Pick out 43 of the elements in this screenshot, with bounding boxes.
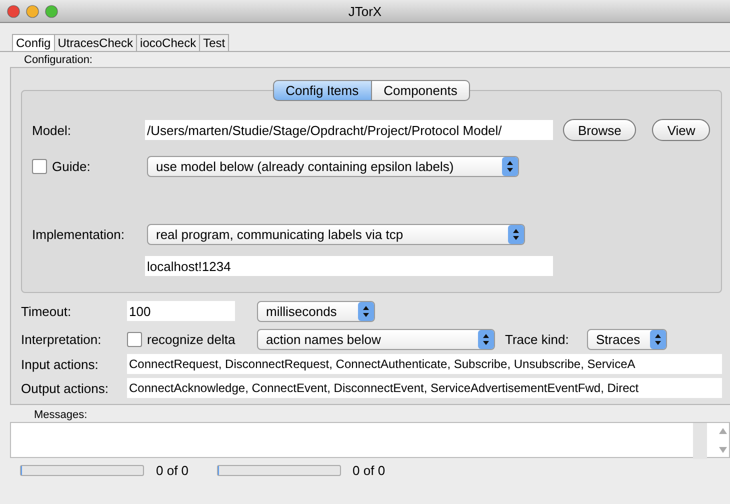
checkbox[interactable] — [32, 158, 47, 174]
field-label: Input actions: — [21, 356, 100, 372]
window-title: JTorX — [347, 4, 383, 18]
tab[interactable]: iocoCheck — [137, 34, 200, 51]
section-label: Configuration: — [24, 54, 94, 66]
updown-arrows-icon — [502, 156, 518, 176]
field-label: Interpretation: — [21, 332, 102, 346]
close-button[interactable] — [7, 4, 20, 18]
progress-count: 0 of 0 — [352, 463, 386, 478]
view-button[interactable]: View — [652, 119, 710, 141]
trace-kind-dropdown[interactable]: Straces — [587, 328, 667, 350]
segment-tab[interactable]: Config Items — [272, 80, 372, 101]
field-label: Trace kind: — [505, 332, 570, 346]
address-field[interactable]: localhost!1234 — [145, 256, 553, 276]
updown-arrows-icon — [650, 330, 666, 348]
updown-arrows-icon — [508, 224, 524, 244]
output-actions-field[interactable]: ConnectAcknowledge, ConnectEvent, DisconnectEvent, ServiceAdvertisementEventFwd, Direct — [127, 378, 722, 398]
model-path-field[interactable]: /Users/marten/Studie/Stage/Opdracht/Project/Protocol Model/ — [145, 120, 553, 140]
timeout-field[interactable]: 100 — [127, 301, 235, 321]
checkbox-label: recognize delta — [147, 332, 236, 346]
tab[interactable]: UtracesCheck — [54, 34, 138, 51]
field-label: Output actions: — [21, 380, 110, 396]
tab[interactable]: Config — [12, 34, 55, 51]
progress-count: 0 of 0 — [156, 463, 189, 478]
minimize-button[interactable] — [26, 4, 39, 18]
segment-tab[interactable]: Components — [372, 80, 470, 101]
guide-dropdown[interactable]: use model below (already containing epsilon labels) — [147, 156, 519, 176]
updown-arrows-icon — [478, 330, 494, 348]
updown-arrows-icon — [358, 302, 374, 320]
section-label: Messages: — [34, 409, 88, 421]
interpretation-dropdown[interactable]: action names below — [257, 328, 495, 350]
input-actions-field[interactable]: ConnectRequest, DisconnectRequest, ConnectAuthenticate, Subscribe, Unsubscribe, ServiceA — [127, 354, 722, 374]
checkbox[interactable] — [127, 332, 142, 346]
field-label: Model: — [32, 122, 72, 138]
browse-button[interactable]: Browse — [563, 119, 636, 141]
scrollbar[interactable] — [693, 423, 729, 459]
implementation-dropdown[interactable]: real program, communicating labels via tcp — [147, 224, 525, 244]
tab[interactable]: Test — [200, 34, 230, 51]
zoom-button[interactable] — [45, 4, 58, 18]
field-label: Timeout: — [21, 304, 72, 318]
field-label: Guide: — [52, 158, 92, 174]
field-label: Implementation: — [32, 226, 126, 242]
unit-dropdown[interactable]: milliseconds — [257, 300, 375, 322]
